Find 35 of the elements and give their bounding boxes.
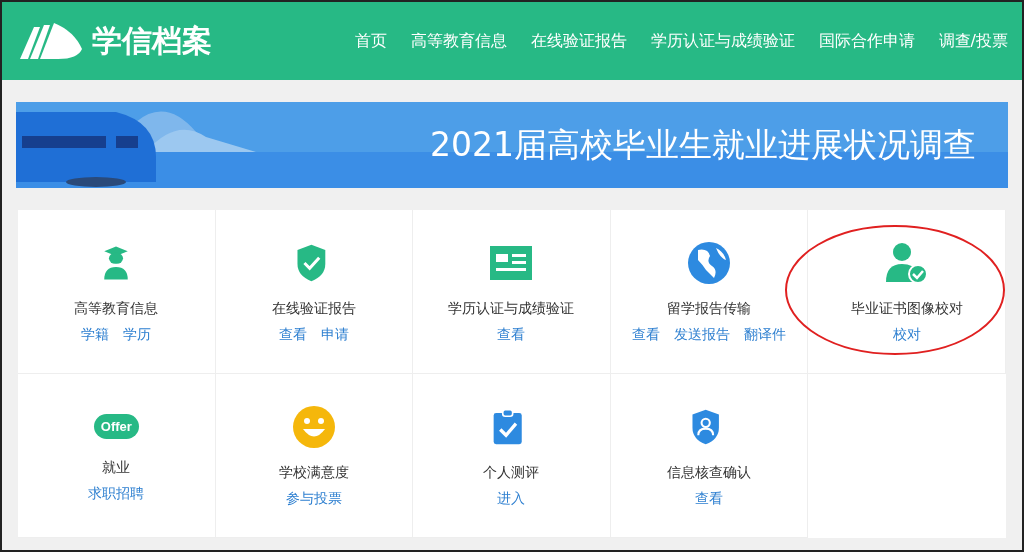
service-link[interactable]: 学历 [123,326,152,344]
service-link[interactable]: 查看 [278,326,307,344]
service-title: 在线验证报告 [271,300,356,318]
nav-link[interactable]: 高等教育信息 [410,30,507,52]
smiley-icon [290,404,337,450]
nav-link[interactable]: 首页 [354,30,387,52]
offer-icon: Offer [93,414,139,439]
service-link[interactable]: 申请 [320,326,349,344]
nav-link[interactable]: 国际合作申请 [818,30,915,52]
service-title: 信息核查确认 [667,464,752,482]
banner-title: 2021届高校毕业生就业进展状况调查 [430,123,976,166]
survey-banner[interactable]: 2021届高校毕业生就业进展状况调查 [16,102,1008,188]
logo-icon [18,21,84,61]
service-title: 学历认证与成绩验证 [448,300,575,318]
service-link[interactable]: 发送报告 [674,326,731,344]
service-link[interactable]: 翻译件 [744,326,787,344]
service-link[interactable]: 查看 [695,490,724,508]
globe-icon [686,240,733,286]
service-link[interactable]: 进入 [497,490,526,508]
service-link[interactable]: 校对 [892,326,921,344]
service-title: 毕业证书图像校对 [850,300,963,318]
service-link[interactable]: 参与投票 [285,490,342,508]
nav-link[interactable]: 调查/投票 [938,30,1008,52]
service-title: 学校满意度 [278,464,349,482]
nav-link[interactable]: 学历认证与成绩验证 [650,30,795,52]
nav-link[interactable]: 在线验证报告 [530,30,627,52]
service-title: 就业 [102,459,131,477]
service-link[interactable]: 查看 [497,326,526,344]
service-link[interactable]: 查看 [632,326,661,344]
logo-text: 学信档案 [92,21,212,60]
service-link[interactable]: 求职招聘 [88,485,145,503]
service-title: 留学报告传输 [667,300,752,318]
service-title: 个人测评 [483,464,540,482]
service-title: 高等教育信息 [74,300,159,318]
service-link[interactable]: 学籍 [81,326,110,344]
